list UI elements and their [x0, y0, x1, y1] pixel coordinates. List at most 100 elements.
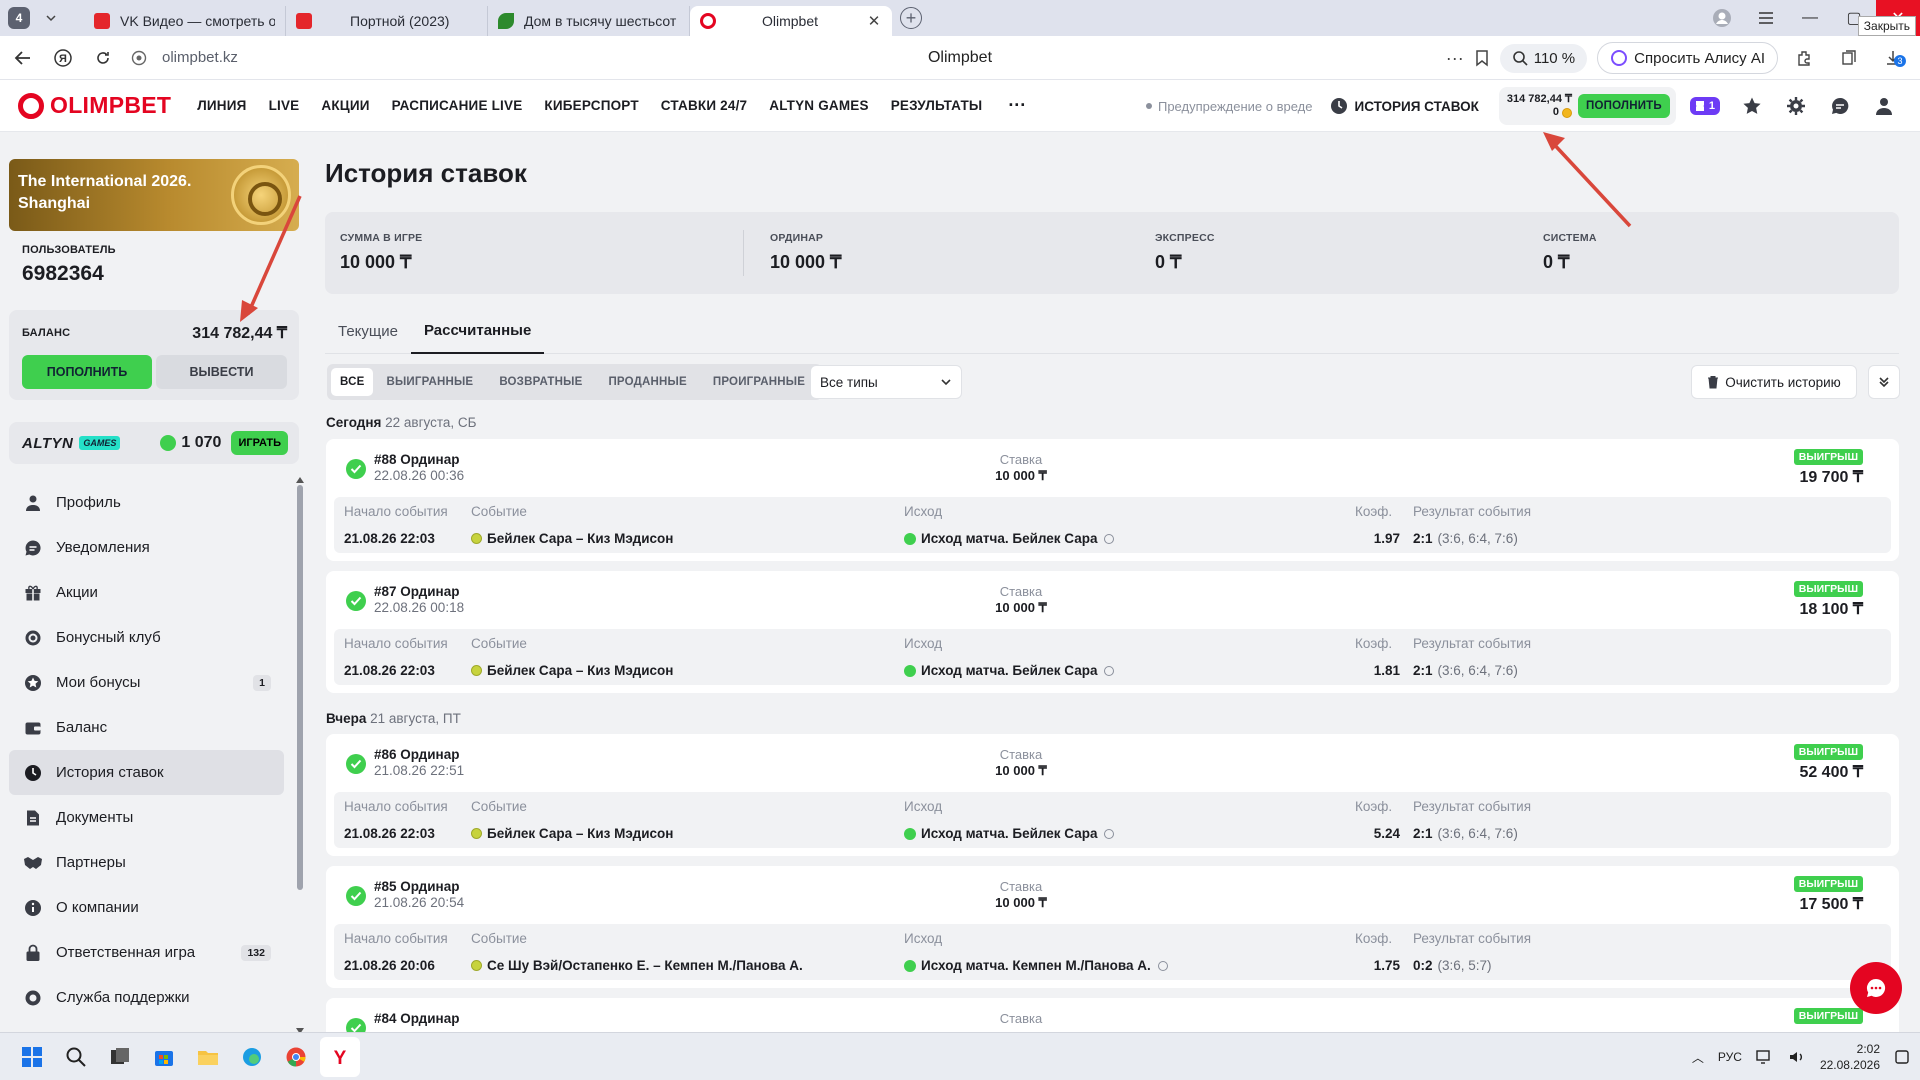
- sidebar-scrollbar[interactable]: [296, 477, 304, 1032]
- new-tab-plus-icon[interactable]: +: [900, 7, 922, 29]
- altyn-play-button[interactable]: ИГРАТЬ: [231, 431, 288, 455]
- ti-promo-banner[interactable]: The International 2026. Shanghai: [9, 159, 299, 231]
- check-icon: [346, 754, 366, 774]
- nav-rezultaty[interactable]: РЕЗУЛЬТАТЫ: [891, 98, 983, 113]
- withdraw-button[interactable]: ВЫВЕСТИ: [156, 355, 287, 389]
- favorites-star-icon[interactable]: [1730, 80, 1774, 132]
- nav-altyn-games[interactable]: ALTYN GAMES: [769, 98, 868, 113]
- browser-menu-icon[interactable]: [1744, 0, 1788, 36]
- filter-lost[interactable]: ПРОИГРАННЫЕ: [700, 368, 818, 396]
- back-arrow-icon[interactable]: [6, 41, 40, 75]
- nav-akcii[interactable]: АКЦИИ: [321, 98, 369, 113]
- check-icon: [904, 664, 916, 677]
- menu-item-profile[interactable]: Профиль: [9, 480, 284, 525]
- bet-card[interactable]: #85 Ординар 21.08.26 20:54 Ставка 10 000…: [326, 866, 1899, 988]
- score-text: 0:2: [1413, 958, 1433, 973]
- outcome-text: Исход матча. Бейлек Сара: [921, 826, 1098, 841]
- tab-close-icon[interactable]: ✕: [866, 13, 882, 30]
- nav-liniya[interactable]: ЛИНИЯ: [197, 98, 246, 113]
- extensions-icon[interactable]: [1788, 49, 1822, 67]
- double-chevron-down-icon: [1879, 377, 1889, 388]
- live-chat-button[interactable]: [1850, 962, 1902, 1014]
- filter-sold[interactable]: ПРОДАННЫЕ: [595, 368, 699, 396]
- system-clock[interactable]: 2:02 22.08.2026: [1820, 1041, 1880, 1073]
- nav-more-icon[interactable]: ···: [1008, 95, 1026, 116]
- bet-history-link[interactable]: ИСТОРИЯ СТАВОК: [1330, 97, 1479, 115]
- promo-badge[interactable]: 1: [1689, 97, 1720, 115]
- collapse-all-button[interactable]: [1868, 365, 1900, 399]
- edge-icon[interactable]: [232, 1037, 272, 1077]
- task-view-icon[interactable]: [100, 1037, 140, 1077]
- menu-item-documents[interactable]: Документы: [9, 795, 284, 840]
- site-info-icon[interactable]: [122, 41, 156, 75]
- downloads-icon[interactable]: 3: [1876, 49, 1910, 67]
- yandex-icon[interactable]: Я: [46, 41, 80, 75]
- volume-icon[interactable]: [1788, 1049, 1806, 1065]
- profile-icon[interactable]: [1700, 0, 1744, 36]
- ask-alice-button[interactable]: Спросить Алису AI: [1597, 42, 1778, 74]
- menu-item-bonus-club[interactable]: Бонусный клуб: [9, 615, 284, 660]
- filter-returned[interactable]: ВОЗВРАТНЫЕ: [486, 368, 595, 396]
- chrome-icon[interactable]: [276, 1037, 316, 1077]
- filter-won[interactable]: ВЫИГРАННЫЕ: [373, 368, 486, 396]
- notifications-icon[interactable]: [1894, 1049, 1910, 1065]
- browser-tab-olimpbet[interactable]: Olimpbet ✕: [690, 6, 892, 36]
- tab-current[interactable]: Текущие: [325, 308, 411, 354]
- minimize-icon[interactable]: —: [1788, 0, 1832, 36]
- url-text[interactable]: olimpbet.kz: [162, 49, 238, 66]
- bet-card[interactable]: #88 Ординар 22.08.26 00:36 Ставка 10 000…: [326, 439, 1899, 561]
- tab-list-chevron-icon[interactable]: [38, 5, 64, 31]
- tab-counter-button[interactable]: 4: [6, 5, 32, 31]
- more-options-icon[interactable]: ···: [1446, 48, 1464, 69]
- reload-icon[interactable]: [86, 41, 120, 75]
- bet-card[interactable]: #84 Ординар Ставка ВЫИГРЫШ: [326, 998, 1899, 1032]
- scroll-up-icon[interactable]: [296, 477, 304, 483]
- windows-start-icon[interactable]: [12, 1037, 52, 1077]
- language-indicator[interactable]: РУС: [1718, 1050, 1742, 1064]
- scroll-thumb[interactable]: [297, 485, 303, 890]
- menu-item-partners[interactable]: Партнеры: [9, 840, 284, 885]
- menu-item-notifications[interactable]: Уведомления: [9, 525, 284, 570]
- header-balance-value: 314 782,44 ₸: [1506, 93, 1572, 105]
- browser-tab-vk[interactable]: VK Видео — смотреть он: [84, 6, 286, 36]
- tray-chevron-up-icon[interactable]: ︿: [1692, 1049, 1704, 1066]
- olimpbet-logo[interactable]: OLIMPBET: [18, 92, 171, 119]
- collections-icon[interactable]: [1832, 49, 1866, 67]
- header-balance-box[interactable]: 314 782,44 ₸ 0 ПОПОЛНИТЬ: [1498, 87, 1676, 125]
- account-user-icon[interactable]: [1862, 80, 1906, 132]
- clear-history-button[interactable]: Очистить историю: [1691, 365, 1857, 399]
- messages-icon[interactable]: [1818, 80, 1862, 132]
- store-icon[interactable]: [144, 1037, 184, 1077]
- filter-all[interactable]: ВСЕ: [331, 368, 374, 396]
- lock-icon: [23, 943, 43, 963]
- menu-item-responsible-gaming[interactable]: Ответственная игра 132: [9, 930, 284, 975]
- menu-item-support[interactable]: Служба поддержки: [9, 975, 284, 1020]
- tab-settled[interactable]: Рассчитанные: [410, 308, 545, 354]
- menu-item-my-bonuses[interactable]: Мои бонусы 1: [9, 660, 284, 705]
- file-explorer-icon[interactable]: [188, 1037, 228, 1077]
- yandex-browser-icon[interactable]: Y: [320, 1036, 360, 1077]
- harm-warning-link[interactable]: Предупреждение о вреде: [1145, 99, 1312, 114]
- settings-gear-icon[interactable]: [1774, 80, 1818, 132]
- nav-kibersport[interactable]: КИБЕРСПОРТ: [544, 98, 638, 113]
- menu-item-about[interactable]: О компании: [9, 885, 284, 930]
- bet-date: 21.08.26 22:51: [374, 763, 465, 778]
- zoom-indicator[interactable]: 110 %: [1499, 43, 1588, 73]
- browser-tab-portnoy[interactable]: Портной (2023): [286, 6, 488, 36]
- header-deposit-button[interactable]: ПОПОЛНИТЬ: [1578, 94, 1670, 118]
- bet-card[interactable]: #87 Ординар 22.08.26 00:18 Ставка 10 000…: [326, 571, 1899, 693]
- nav-stavki-247[interactable]: СТАВКИ 24/7: [661, 98, 747, 113]
- bet-type-select[interactable]: Все типы: [810, 365, 962, 399]
- network-icon[interactable]: [1756, 1049, 1774, 1065]
- nav-live[interactable]: LIVE: [269, 98, 300, 113]
- menu-item-balance[interactable]: Баланс: [9, 705, 284, 750]
- bookmark-icon[interactable]: [1474, 49, 1490, 67]
- nav-raspisanie-live[interactable]: РАСПИСАНИЕ LIVE: [392, 98, 523, 113]
- video-favicon-icon: [296, 13, 312, 29]
- menu-item-bet-history[interactable]: История ставок: [9, 750, 284, 795]
- browser-tab-dom[interactable]: Дом в тысячу шестьсот э: [488, 6, 690, 36]
- bet-card[interactable]: #86 Ординар 21.08.26 22:51 Ставка 10 000…: [326, 734, 1899, 856]
- search-icon[interactable]: [56, 1037, 96, 1077]
- menu-item-promos[interactable]: Акции: [9, 570, 284, 615]
- deposit-button[interactable]: ПОПОЛНИТЬ: [22, 355, 152, 389]
